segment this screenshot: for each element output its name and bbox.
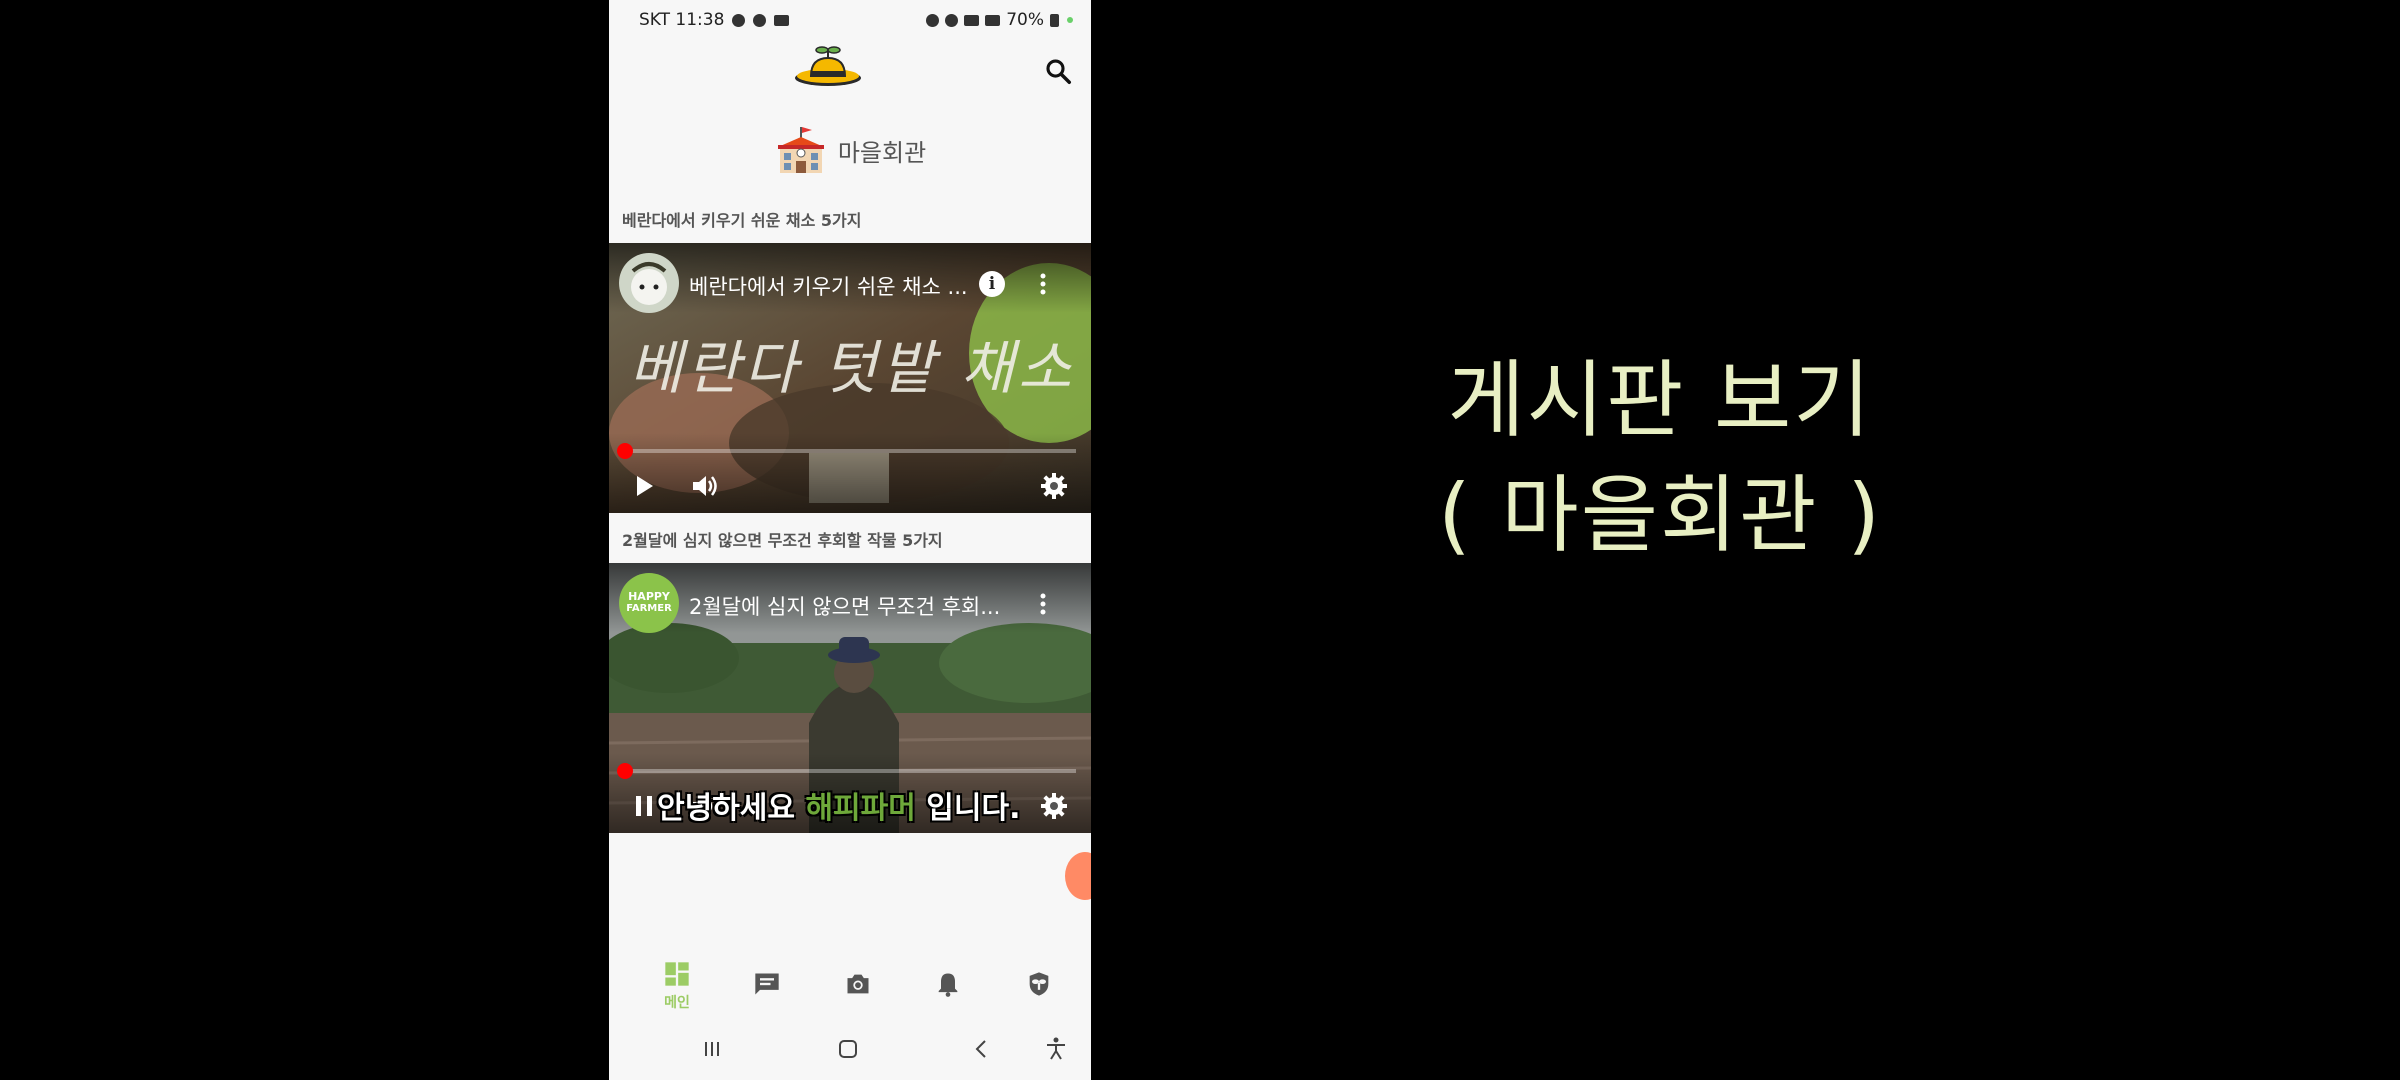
nav-item-camera[interactable]	[838, 960, 878, 1010]
pause-icon[interactable]	[629, 791, 659, 821]
notification-icon	[732, 13, 746, 27]
video-icon	[774, 14, 790, 26]
alarm-icon	[926, 13, 940, 27]
channel-avatar[interactable]: HAPPY FARMER	[619, 573, 679, 633]
camera-icon	[847, 974, 869, 994]
slide-caption-line1: 게시판 보기	[1447, 351, 1873, 449]
accessibility-icon[interactable]	[1041, 1034, 1071, 1064]
nav-item-chat[interactable]	[747, 960, 787, 1010]
lte-icon	[964, 14, 980, 26]
chat-icon	[755, 973, 779, 995]
system-nav-bar	[609, 1020, 1091, 1080]
info-icon[interactable]: i	[979, 271, 1005, 297]
settings-icon[interactable]	[1039, 791, 1069, 821]
slide-caption-line2: ( 마을회관 )	[1437, 466, 1883, 564]
volume-icon[interactable]	[689, 471, 719, 501]
section-header: 마을회관	[609, 120, 1091, 180]
more-vert-icon[interactable]	[1033, 269, 1053, 299]
status-bar: SKT 11:38 70%	[609, 0, 1091, 42]
section-title: 마을회관	[837, 138, 927, 167]
caption-highlight: 해피파머	[805, 791, 916, 826]
caption-pre: 안녕하세요	[657, 791, 806, 826]
video-title[interactable]: 2월달에 심지 않으면 무조건 후회...	[689, 591, 1000, 621]
progress-bar[interactable]	[617, 443, 1076, 459]
channel-badge-line1: HAPPY	[628, 590, 670, 603]
progress-knob[interactable]	[617, 763, 633, 779]
more-vert-icon[interactable]	[1033, 589, 1053, 619]
search-icon[interactable]	[1043, 56, 1073, 86]
bell-icon	[938, 973, 958, 997]
settings-icon[interactable]	[1039, 471, 1069, 501]
nav-item-notifications[interactable]	[928, 960, 968, 1010]
screen: SKT 11:38 70% 마을회관 베란다에서 키우기 쉬운 채소 5가지 베…	[0, 0, 2400, 1080]
progress-bar[interactable]	[617, 763, 1076, 779]
app-bar	[609, 42, 1091, 102]
carrier-time: SKT 11:38	[639, 10, 725, 30]
mute-icon	[945, 13, 959, 27]
school-house-icon	[777, 127, 824, 173]
battery-icon	[1050, 13, 1059, 27]
back-icon[interactable]	[967, 1034, 997, 1064]
bottom-nav: 메인	[609, 950, 1091, 1016]
channel-avatar[interactable]	[619, 253, 679, 313]
status-right: 70%	[926, 10, 1073, 30]
privacy-dot	[1067, 17, 1073, 23]
post-title[interactable]: 2월달에 심지 않으면 무조건 후회할 작물 5가지	[622, 527, 943, 551]
nav-label-main: 메인	[664, 995, 690, 1011]
video-overlay-text: 베란다 텃밭 채소	[629, 334, 1076, 402]
slide-caption: 게시판 보기 ( 마을회관 )	[1430, 345, 1890, 575]
home-icon[interactable]	[833, 1034, 863, 1064]
nav-item-main[interactable]: 메인	[657, 960, 697, 1011]
battery-percent: 70%	[1006, 10, 1044, 30]
floating-action-button[interactable]	[1065, 852, 1091, 900]
caption-post: 입니다.	[915, 791, 1021, 826]
nav-item-profile[interactable]	[1019, 960, 1059, 1010]
recent-apps-icon[interactable]	[697, 1034, 727, 1064]
phone-screen: SKT 11:38 70% 마을회관 베란다에서 키우기 쉬운 채소 5가지 베…	[609, 0, 1091, 1080]
video-caption: 안녕하세요 해피파머 입니다.	[657, 783, 1021, 827]
status-left: SKT 11:38	[639, 10, 790, 30]
dashboard-icon	[665, 962, 689, 986]
post-title[interactable]: 베란다에서 키우기 쉬운 채소 5가지	[622, 207, 862, 231]
bottom-gradient	[609, 433, 1091, 513]
channel-badge-line2: FARMER	[626, 603, 672, 614]
plant-badge-icon	[1029, 972, 1049, 996]
hat-sprout-logo[interactable]	[793, 44, 863, 90]
progress-knob[interactable]	[617, 443, 633, 459]
video-player[interactable]: HAPPY FARMER 2월달에 심지 않으면 무조건 후회... 안녕하세요…	[609, 563, 1091, 833]
video-player[interactable]: 베란다 텃밭 채소 베란다에서 키우기 쉬운 채소 ... i	[609, 243, 1091, 513]
notification-icon-2	[753, 13, 767, 27]
signal-icon	[985, 14, 1001, 26]
play-icon[interactable]	[629, 471, 659, 501]
video-title[interactable]: 베란다에서 키우기 쉬운 채소 ...	[689, 271, 968, 301]
